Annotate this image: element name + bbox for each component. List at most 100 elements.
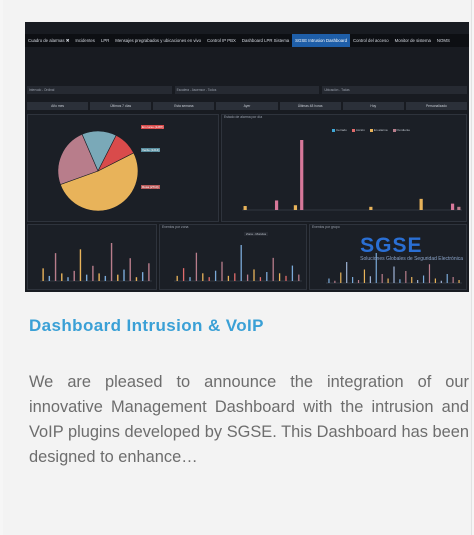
brBars-bar-6 (363, 269, 366, 283)
alarm-state-legend: Cerrado Acción En alarma Pendiente (332, 128, 410, 132)
events-left-bar-chart (40, 243, 152, 282)
blBars-bar-17 (148, 263, 150, 281)
filter-row: Intervalo - Ordinal Escalera - Ascensor -… (25, 86, 469, 94)
bmBars-bar-18 (291, 265, 294, 281)
brBars-bar-9 (381, 274, 383, 283)
bmBars-bar-12 (253, 269, 255, 281)
news-card[interactable]: Cuadro de alarmas ✖ Incidentes LPR Mensajes… (3, 0, 472, 535)
nav-item-0[interactable]: Cuadro de alarmas ✖ (25, 34, 72, 47)
bmBars-bar-15 (272, 257, 274, 281)
bmBars-bar-8 (227, 275, 230, 281)
bmBars-bar-5 (208, 277, 210, 281)
sgse-watermark: SGSE Soluciones Globales de Seguridad El… (360, 234, 463, 262)
events-zone-panel: Eventos por zona Zona - Mundos (159, 224, 307, 290)
brBars-bar-22 (458, 280, 460, 283)
brBars-bar-16 (422, 275, 425, 283)
events-left-panel (27, 224, 157, 290)
bmBars-bar-1 (182, 268, 185, 281)
legend-item-3: Pendiente (392, 128, 410, 132)
topBars-bar-20 (369, 206, 373, 210)
topBars-bar-9 (300, 140, 304, 210)
brBars-bar-7 (369, 276, 371, 283)
bmBars-bar-9 (234, 273, 236, 281)
nav-item-7[interactable]: Control del acceso (350, 34, 392, 47)
brBars-bar-14 (411, 277, 413, 283)
brBars-bar-3 (346, 262, 348, 283)
dashboard-nav-bar: Cuadro de alarmas ✖ Incidentes LPR Mensajes… (25, 34, 469, 47)
topBars-bar-28 (419, 198, 423, 210)
bmBars-bar-6 (214, 270, 217, 281)
alarm-state-title: Estado de alarma por día (224, 115, 263, 119)
legend-item-0: Cerrado (332, 128, 347, 132)
bmBars-bar-3 (195, 252, 198, 281)
blBars-bar-16 (141, 272, 144, 281)
bmBars-bar-11 (246, 274, 249, 281)
blBars-bar-2 (54, 253, 57, 281)
nav-item-9[interactable]: NOMS (434, 34, 453, 47)
sgse-logo-text: SGSE (360, 234, 423, 257)
brBars-bar-21 (452, 277, 454, 283)
pie-label-rose: Rosa (2714) (141, 185, 160, 189)
blBars-bar-13 (123, 269, 125, 281)
brBars-bar-15 (417, 280, 419, 283)
nav-item-8[interactable]: Monitor de sistema (392, 34, 434, 47)
tab-1[interactable]: Últimos 7 días (90, 102, 152, 110)
pie-chart (57, 130, 139, 212)
filter-2[interactable]: Ubicación - Todas (322, 86, 468, 94)
events-zone-bar-chart (174, 245, 302, 282)
tab-0[interactable]: Año mes (27, 102, 89, 110)
tab-2[interactable]: Esta semana (153, 102, 215, 110)
nav-item-2[interactable]: LPR (98, 34, 112, 47)
filter-0[interactable]: Intervalo - Ordinal (27, 86, 172, 94)
topBars-bar-8 (293, 205, 298, 210)
blBars-bar-1 (48, 275, 51, 281)
blBars-bar-5 (73, 270, 75, 281)
bmBars-bar-14 (266, 272, 268, 281)
time-range-tabs: Año mes Últimos 7 días Esta semana Ayer Últi… (25, 102, 469, 110)
zone-select[interactable]: Zona - Mundos (244, 232, 269, 236)
card-title[interactable]: Dashboard Intrusion & VoIP (29, 316, 264, 336)
legend-item-2: En alarma (369, 128, 388, 132)
filter-1[interactable]: Escalera - Ascensor - Todos (174, 86, 320, 94)
topBars-bar-33 (450, 203, 455, 210)
tab-3[interactable]: Ayer (216, 102, 278, 110)
brBars-bar-0 (328, 278, 330, 283)
blBars-bar-3 (61, 273, 63, 281)
bmBars-bar-19 (298, 274, 300, 281)
blBars-bar-12 (117, 274, 119, 281)
bmBars-bar-13 (259, 277, 262, 281)
blBars-bar-10 (104, 275, 107, 281)
nav-item-1[interactable]: Incidentes (72, 34, 98, 47)
alarm-state-panel: Estado de alarma por día Cerrado Acción En… (221, 114, 467, 222)
pie-panel: En curso (1287) Verde (1214) Rosa (2714) (27, 114, 219, 222)
blBars-bar-9 (98, 273, 100, 281)
tab-4[interactable]: Últimas 48 horas (279, 102, 341, 110)
topBars-bar-5 (274, 200, 279, 210)
brBars-bar-13 (405, 271, 407, 283)
brBars-bar-12 (399, 279, 401, 283)
events-group-title: Eventos por grupo (312, 225, 340, 229)
nav-item-3[interactable]: Mensajes pregrabados y ubicaciones en vi… (112, 34, 204, 47)
nav-item-5[interactable]: Dashboard LPR Sistema (239, 34, 292, 47)
brBars-bar-4 (352, 277, 354, 283)
nav-item-4[interactable]: Control IP PBX (204, 34, 239, 47)
blBars-bar-15 (135, 277, 138, 281)
tab-5[interactable]: Hoy (342, 102, 404, 110)
brBars-bar-19 (440, 280, 442, 283)
blBars-bar-6 (79, 249, 82, 281)
brBars-bar-5 (357, 280, 360, 283)
bmBars-bar-0 (176, 275, 178, 281)
blBars-bar-0 (42, 268, 44, 281)
brBars-bar-20 (446, 274, 448, 283)
brBars-bar-17 (428, 264, 431, 283)
tab-6[interactable]: Personalizado (405, 102, 467, 110)
blBars-bar-4 (67, 277, 69, 281)
blBars-bar-14 (129, 258, 131, 281)
nav-item-6[interactable]: SGSE Intrusion Dashboard (292, 34, 351, 47)
pie-label-red: En curso (1287) (141, 125, 165, 129)
brBars-bar-11 (393, 266, 395, 283)
bmBars-bar-7 (221, 261, 223, 281)
legend-item-1: Acción (351, 128, 365, 132)
brBars-bar-1 (334, 280, 336, 283)
dashboard-screenshot[interactable]: Cuadro de alarmas ✖ Incidentes LPR Mensajes… (25, 22, 469, 292)
